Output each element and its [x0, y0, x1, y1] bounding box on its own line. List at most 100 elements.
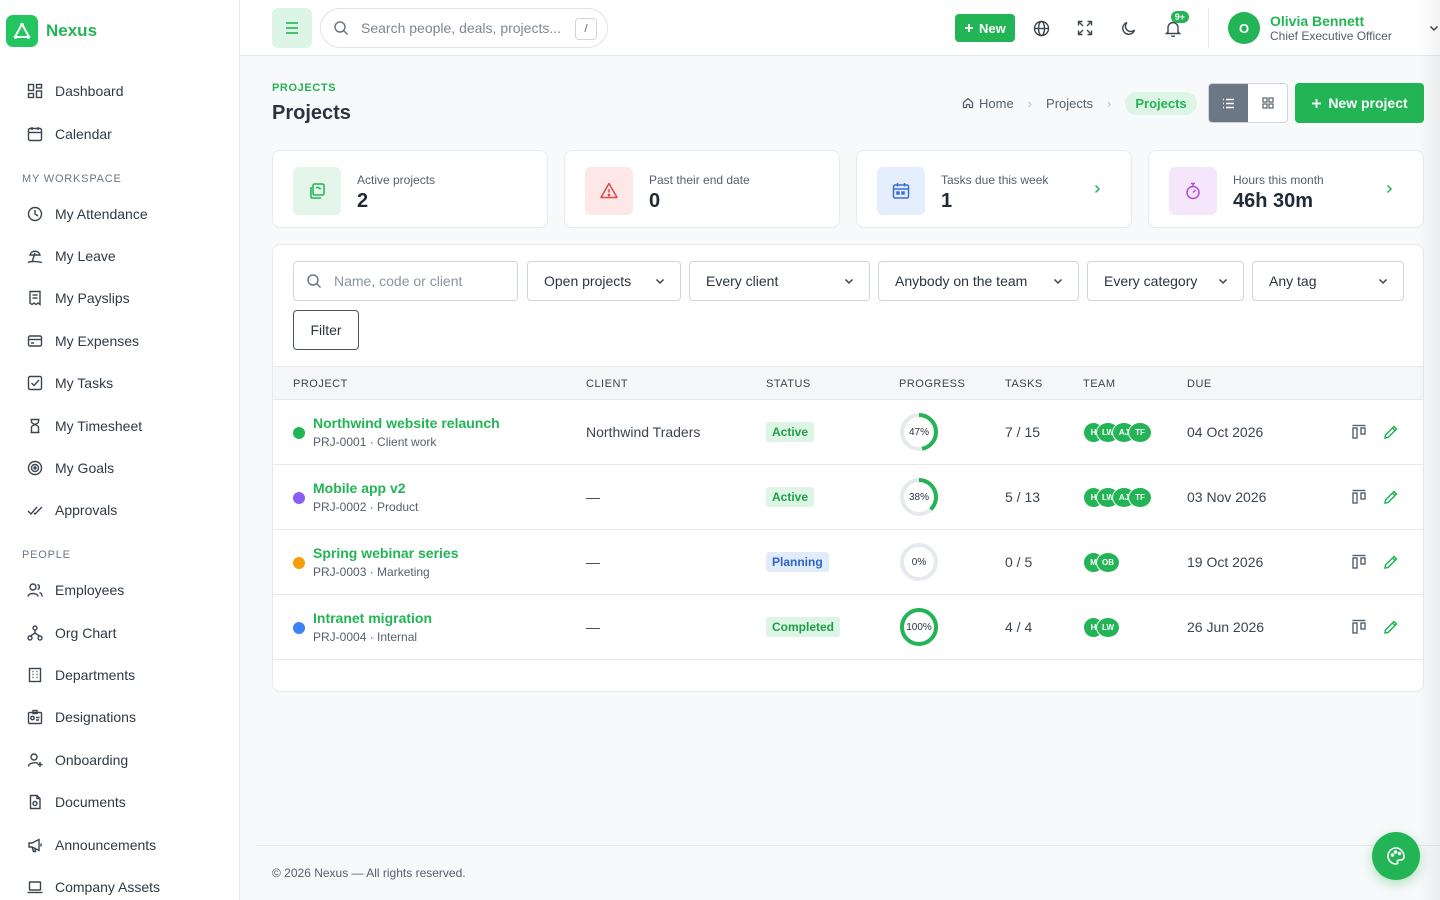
pencil-icon — [1384, 620, 1398, 634]
category-filter-select[interactable]: Every category — [1087, 261, 1244, 301]
sidebar-item-my-timesheet[interactable]: My Timesheet — [26, 414, 142, 438]
project-name-link[interactable]: Intranet migration — [313, 610, 432, 626]
sidebar-item-my-attendance[interactable]: My Attendance — [26, 202, 148, 226]
column-header-client: CLIENT — [586, 378, 629, 390]
customizer-fab-button[interactable] — [1372, 832, 1420, 880]
project-meta: PRJ-0003 · Marketing — [313, 565, 430, 579]
global-search[interactable]: / — [320, 8, 608, 48]
users-icon — [26, 582, 43, 599]
edit-project-button[interactable] — [1381, 422, 1401, 442]
stat-card-active-projects: Active projects 2 — [272, 150, 548, 228]
view-toggle — [1208, 83, 1288, 123]
edit-project-button[interactable] — [1381, 552, 1401, 572]
sidebar-item-employees[interactable]: Employees — [26, 578, 124, 602]
team-filter-select[interactable]: Anybody on the team — [878, 261, 1079, 301]
menu-toggle-button[interactable] — [272, 8, 312, 48]
theme-toggle-button[interactable] — [1111, 10, 1147, 46]
column-header-progress: PROGRESS — [899, 378, 966, 390]
global-search-input[interactable] — [361, 20, 561, 36]
sidebar-item-dashboard[interactable]: Dashboard — [26, 79, 124, 103]
sidebar-item-company-assets[interactable]: Company Assets — [26, 875, 160, 899]
list-view-button[interactable] — [1209, 84, 1248, 122]
client-filter-value: Every client — [706, 273, 779, 289]
progress-ring: 0% — [899, 542, 939, 582]
sidebar-item-my-payslips[interactable]: My Payslips — [26, 286, 130, 310]
kanban-icon — [1352, 489, 1366, 504]
breadcrumb-projects[interactable]: Projects — [1046, 96, 1093, 111]
filter-button[interactable]: Filter — [293, 310, 359, 350]
moon-icon — [1122, 21, 1136, 35]
search-shortcut-key: / — [575, 18, 597, 40]
quick-new-button[interactable]: New — [955, 14, 1015, 42]
kanban-board-button[interactable] — [1349, 617, 1369, 637]
fullscreen-button[interactable] — [1067, 10, 1103, 46]
project-name-link[interactable]: Mobile app v2 — [313, 480, 406, 496]
tag-filter-select[interactable]: Any tag — [1252, 261, 1404, 301]
sidebar-item-label: Documents — [55, 794, 126, 810]
project-name-link[interactable]: Spring webinar series — [313, 545, 459, 561]
team-avatar[interactable]: LW — [1096, 617, 1120, 638]
team-avatar[interactable]: OB — [1096, 552, 1120, 573]
kanban-board-button[interactable] — [1349, 552, 1369, 572]
user-menu[interactable]: O Olivia Bennett Chief Executive Officer — [1228, 12, 1440, 44]
chevron-right-icon: › — [1107, 95, 1112, 111]
grid-view-button[interactable] — [1248, 84, 1287, 122]
table-row: Spring webinar series PRJ-0003 · Marketin… — [273, 530, 1423, 595]
page-title: Projects — [272, 102, 351, 124]
sidebar-item-announcements[interactable]: Announcements — [26, 833, 156, 857]
sidebar-item-my-tasks[interactable]: My Tasks — [26, 371, 113, 395]
status-filter-select[interactable]: Open projects — [527, 261, 681, 301]
receipt-icon — [26, 290, 43, 307]
kanban-board-button[interactable] — [1349, 422, 1369, 442]
sidebar-item-org-chart[interactable]: Org Chart — [26, 621, 116, 645]
project-client: Northwind Traders — [586, 424, 701, 440]
notifications-button[interactable]: 9+ — [1155, 10, 1191, 46]
project-search-input[interactable] — [334, 273, 504, 289]
chevron-right-icon[interactable] — [1091, 183, 1103, 195]
sidebar-item-departments[interactable]: Departments — [26, 663, 135, 687]
calendar-icon — [26, 126, 43, 143]
project-color-dot — [293, 427, 305, 439]
section-people: PEOPLE — [22, 549, 71, 561]
sidebar-item-documents[interactable]: Documents — [26, 790, 126, 814]
edit-project-button[interactable] — [1381, 487, 1401, 507]
task-count: 5 / 13 — [1005, 489, 1041, 505]
edit-project-button[interactable] — [1381, 617, 1401, 637]
new-project-button[interactable]: New project — [1295, 83, 1424, 123]
sidebar-item-designations[interactable]: Designations — [26, 705, 136, 729]
page-eyebrow: PROJECTS — [272, 82, 337, 94]
user-role: Chief Executive Officer — [1270, 29, 1392, 43]
checkbox-icon — [26, 375, 43, 392]
brand[interactable]: Nexus — [6, 15, 97, 47]
sidebar: Nexus Dashboard Calendar MY WORKSPACE My… — [0, 0, 240, 900]
sidebar-item-approvals[interactable]: Approvals — [26, 498, 117, 522]
client-filter-select[interactable]: Every client — [689, 261, 870, 301]
stat-card-hours-this-month[interactable]: Hours this month 46h 30m — [1148, 150, 1424, 228]
sidebar-item-my-leave[interactable]: My Leave — [26, 244, 116, 268]
language-button[interactable] — [1023, 10, 1059, 46]
team-avatar[interactable]: TF — [1128, 422, 1152, 443]
stopwatch-icon — [1169, 167, 1217, 215]
stat-card-tasks-due[interactable]: Tasks due this week 1 — [856, 150, 1132, 228]
sidebar-item-onboarding[interactable]: Onboarding — [26, 748, 128, 772]
task-count: 0 / 5 — [1005, 554, 1033, 570]
column-header-team: TEAM — [1083, 378, 1116, 390]
chevron-right-icon[interactable] — [1383, 183, 1395, 195]
table-header: PROJECT CLIENT STATUS PROGRESS TASKS TEA… — [273, 366, 1423, 400]
kanban-board-button[interactable] — [1349, 487, 1369, 507]
kanban-icon — [1352, 554, 1366, 569]
megaphone-icon — [26, 837, 43, 854]
table-row: Northwind website relaunch PRJ-0001 · Cli… — [273, 400, 1423, 465]
sidebar-item-calendar[interactable]: Calendar — [26, 122, 112, 146]
sidebar-item-my-goals[interactable]: My Goals — [26, 456, 114, 480]
team-avatar[interactable]: TF — [1128, 487, 1152, 508]
status-filter-value: Open projects — [544, 273, 632, 289]
kanban-icon — [1352, 424, 1366, 439]
project-name-link[interactable]: Northwind website relaunch — [313, 415, 500, 431]
globe-icon — [1033, 20, 1049, 36]
sidebar-item-my-expenses[interactable]: My Expenses — [26, 329, 139, 353]
breadcrumb-home[interactable]: Home — [962, 96, 1014, 111]
list-icon — [1223, 98, 1234, 108]
project-search[interactable] — [293, 261, 518, 301]
stat-value: 2 — [357, 190, 369, 212]
